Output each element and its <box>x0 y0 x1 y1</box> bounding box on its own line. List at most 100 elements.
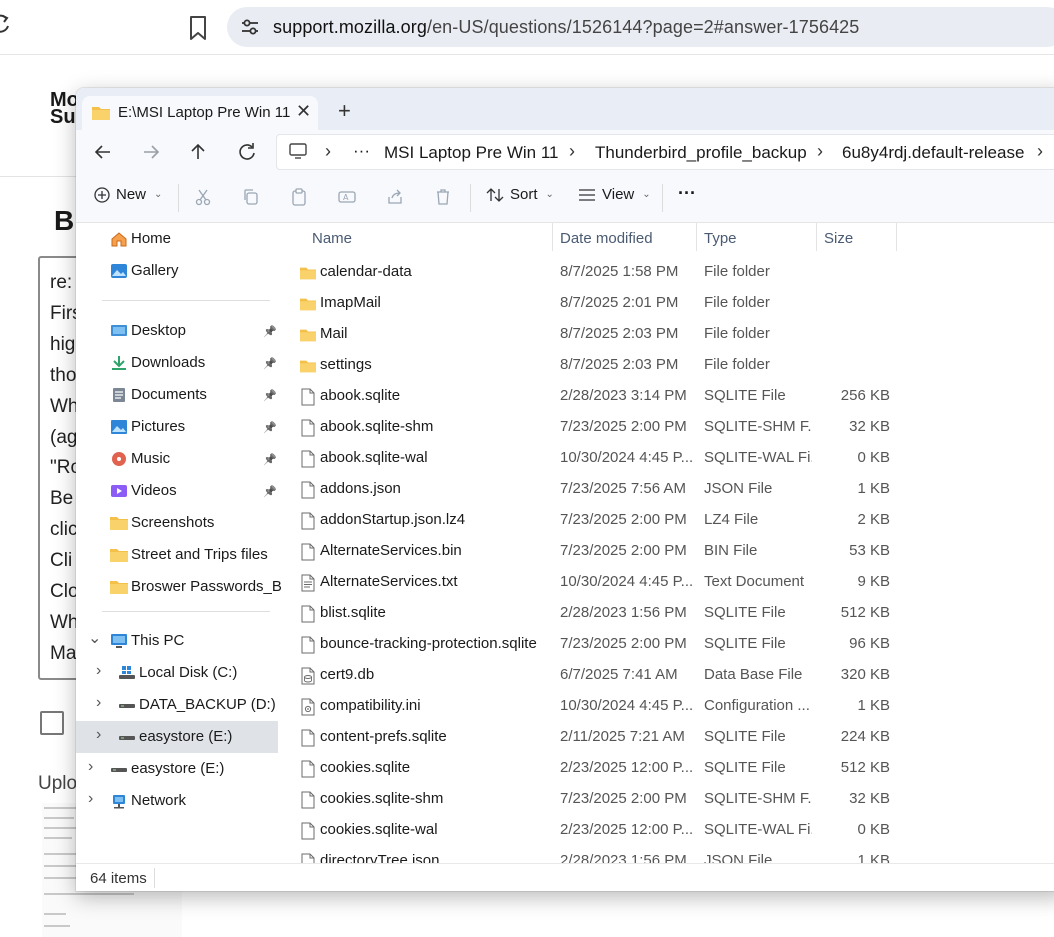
sidebar-item-label: Downloads <box>131 354 206 371</box>
file-icon <box>300 574 316 592</box>
file-icon <box>300 698 316 716</box>
file-row[interactable]: compatibility.ini 10/30/2024 4:45 P... Con… <box>282 691 1054 722</box>
breadcrumb-chevron-icon: › <box>1037 141 1043 161</box>
folder-row[interactable]: settings 8/7/2025 2:03 PM File folder <box>282 350 1054 381</box>
view-button[interactable]: View ⌄ <box>578 186 651 203</box>
chevron-right-icon[interactable]: › <box>96 726 101 744</box>
refresh-icon[interactable] <box>236 141 258 163</box>
file-row[interactable]: addonStartup.json.lz4 7/23/2025 2:00 PM LZ… <box>282 505 1054 536</box>
delete-icon[interactable] <box>434 188 452 206</box>
sidebar-item-easystore-e[interactable]: › easystore (E:) <box>76 721 278 753</box>
column-divider[interactable] <box>896 223 897 251</box>
column-header-row: ⌃ Name Date modified Type Size <box>282 223 1054 253</box>
breadcrumb[interactable]: › ··· MSI Laptop Pre Win 11 › Thunderbir… <box>276 134 1054 170</box>
column-date-modified[interactable]: Date modified <box>560 230 653 247</box>
sidebar-item-videos[interactable]: Videos 📌 <box>76 475 278 507</box>
column-type[interactable]: Type <box>704 230 737 247</box>
up-icon[interactable] <box>187 141 209 163</box>
folder-icon <box>110 515 128 531</box>
chevron-right-icon[interactable]: › <box>88 790 93 808</box>
folder-row[interactable]: ImapMail 8/7/2025 2:01 PM File folder <box>282 288 1054 319</box>
column-divider[interactable] <box>552 223 553 251</box>
file-icon <box>300 450 316 468</box>
back-icon[interactable] <box>92 141 114 163</box>
address-bar[interactable]: support.mozilla.org/en-US/questions/1526… <box>227 7 1054 47</box>
breadcrumb-item[interactable]: 6u8y4rdj.default-release <box>842 143 1024 163</box>
url-text[interactable]: support.mozilla.org/en-US/questions/1526… <box>273 17 859 38</box>
page-checkbox[interactable] <box>40 711 64 735</box>
file-row[interactable]: AlternateServices.txt 10/30/2024 4:45 P..… <box>282 567 1054 598</box>
chevron-right-icon[interactable]: › <box>88 758 93 776</box>
folder-row[interactable]: calendar-data 8/7/2025 1:58 PM File folder <box>282 257 1054 288</box>
sort-icon <box>486 187 504 202</box>
sidebar-item-local-disk-c[interactable]: › Local Disk (C:) <box>76 657 278 689</box>
column-divider[interactable] <box>696 223 697 251</box>
sidebar-item-street-and-trips-files[interactable]: Street and Trips files <box>76 539 278 571</box>
mozilla-support-logo[interactable]: Mo Su <box>50 90 79 127</box>
file-row[interactable]: cert9.db 6/7/2025 7:41 AM Data Base File 32… <box>282 660 1054 691</box>
file-row[interactable]: cookies.sqlite-shm 7/23/2025 2:00 PM SQLIT… <box>282 784 1054 815</box>
file-name: addonStartup.json.lz4 <box>320 511 466 528</box>
file-row[interactable]: abook.sqlite 2/28/2023 3:14 PM SQLITE File… <box>282 381 1054 412</box>
file-row[interactable]: content-prefs.sqlite 2/11/2025 7:21 AM SQL… <box>282 722 1054 753</box>
sidebar-item-data-backup-d[interactable]: › DATA_BACKUP (D:) <box>76 689 278 721</box>
file-row[interactable]: cookies.sqlite-wal 2/23/2025 12:00 P... SQ… <box>282 815 1054 846</box>
file-row[interactable]: bounce-tracking-protection.sqlite 7/23/20… <box>282 629 1054 660</box>
file-icon <box>300 853 316 863</box>
explorer-tab[interactable]: E:\MSI Laptop Pre Win 11 ✕ <box>82 96 318 130</box>
chevron-down-icon[interactable]: ⌄ <box>88 628 101 648</box>
file-row[interactable]: blist.sqlite 2/28/2023 1:56 PM SQLITE File… <box>282 598 1054 629</box>
sidebar-item-screenshots[interactable]: Screenshots <box>76 507 278 539</box>
column-name[interactable]: Name <box>312 230 352 247</box>
folder-row[interactable]: Mail 8/7/2025 2:03 PM File folder <box>282 319 1054 350</box>
chevron-right-icon[interactable]: › <box>96 694 101 712</box>
file-date-modified: 7/23/2025 2:00 PM <box>560 635 687 652</box>
paste-icon[interactable] <box>290 188 308 206</box>
sidebar-item-documents[interactable]: Documents 📌 <box>76 379 278 411</box>
sidebar-item-network[interactable]: › Network <box>76 785 278 817</box>
sidebar-item-downloads[interactable]: Downloads 📌 <box>76 347 278 379</box>
bookmark-icon[interactable] <box>186 15 210 41</box>
pin-icon: 📌 <box>263 390 277 402</box>
file-type: SQLITE File <box>704 759 786 776</box>
pc-icon[interactable] <box>289 143 307 160</box>
sidebar-item-easystore-e[interactable]: › easystore (E:) <box>76 753 278 785</box>
file-type: JSON File <box>704 852 773 863</box>
cut-icon[interactable] <box>194 188 212 206</box>
column-size[interactable]: Size <box>824 230 853 247</box>
more-options-button[interactable]: ··· <box>678 183 696 204</box>
breadcrumb-overflow[interactable]: ··· <box>353 141 370 161</box>
sidebar-item-desktop[interactable]: Desktop 📌 <box>76 315 278 347</box>
rename-icon[interactable]: A <box>338 188 356 206</box>
file-date-modified: 8/7/2025 2:03 PM <box>560 325 679 342</box>
column-divider[interactable] <box>816 223 817 251</box>
reload-icon[interactable] <box>0 14 12 34</box>
sort-button[interactable]: Sort ⌄ <box>486 186 554 203</box>
file-row[interactable]: addons.json 7/23/2025 7:56 AM JSON File 1 K… <box>282 474 1054 505</box>
site-settings-icon[interactable] <box>241 18 259 36</box>
file-row[interactable]: abook.sqlite-wal 10/30/2024 4:45 P... SQLI… <box>282 443 1054 474</box>
sidebar-item-gallery[interactable]: Gallery <box>76 255 278 287</box>
file-date-modified: 7/23/2025 2:00 PM <box>560 511 687 528</box>
file-date-modified: 8/7/2025 2:01 PM <box>560 294 679 311</box>
sidebar-item-this-pc[interactable]: ⌄ This PC <box>76 625 278 657</box>
chevron-right-icon[interactable]: › <box>96 662 101 680</box>
file-row[interactable]: cookies.sqlite 2/23/2025 12:00 P... SQLITE… <box>282 753 1054 784</box>
sidebar-item-home[interactable]: Home <box>76 223 278 255</box>
file-row[interactable]: directoryTree.json 2/28/2023 1:56 PM JSON … <box>282 846 1054 863</box>
file-row[interactable]: AlternateServices.bin 7/23/2025 2:00 PM BI… <box>282 536 1054 567</box>
sidebar-item-broswer-passwords-bo[interactable]: Broswer Passwords_Bo <box>76 571 290 603</box>
share-icon[interactable] <box>386 188 404 206</box>
breadcrumb-item[interactable]: Thunderbird_profile_backup <box>595 143 807 163</box>
sidebar-item-pictures[interactable]: Pictures 📌 <box>76 411 278 443</box>
forward-icon[interactable] <box>140 141 162 163</box>
close-tab-icon[interactable]: ✕ <box>296 101 311 122</box>
new-tab-icon[interactable]: + <box>338 98 351 124</box>
breadcrumb-item[interactable]: MSI Laptop Pre Win 11 <box>384 143 559 163</box>
copy-icon[interactable] <box>242 188 260 206</box>
sidebar-item-music[interactable]: Music 📌 <box>76 443 278 475</box>
file-row[interactable]: abook.sqlite-shm 7/23/2025 2:00 PM SQLITE-… <box>282 412 1054 443</box>
navigation-bar: › ··· MSI Laptop Pre Win 11 › Thunderbir… <box>76 130 1054 174</box>
new-button[interactable]: New ⌄ <box>94 186 162 203</box>
folder-icon <box>300 326 316 344</box>
